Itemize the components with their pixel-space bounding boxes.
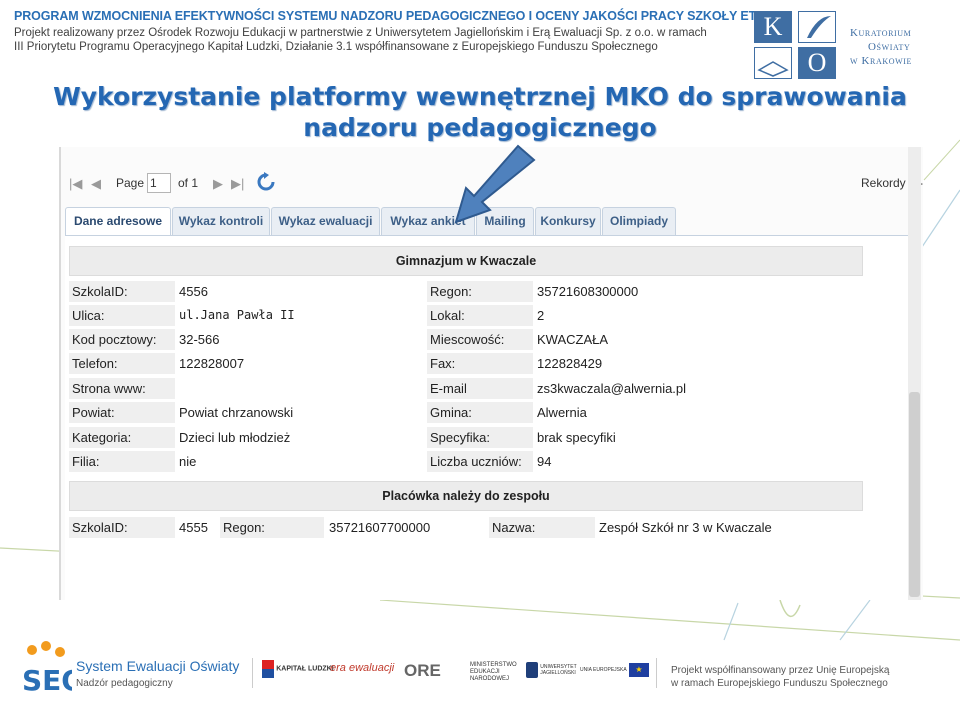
slide-title-line-1: Wykorzystanie platformy wewnętrznej MKO … [53, 82, 907, 111]
logo-k: K [754, 11, 792, 43]
label-kategoria: Kategoria: [69, 427, 175, 448]
value-ulica: ul.Jana Pawła II [179, 308, 295, 322]
value-szkolaid: 4556 [179, 284, 208, 299]
project-line-1: Projekt realizowany przez Ośrodek Rozwoj… [14, 27, 707, 39]
kuratorium-logo: K O Kuratorium Oświaty w Krakowie [750, 8, 932, 80]
label-team-regon: Regon: [220, 517, 324, 538]
last-page-icon[interactable]: ▶| [231, 176, 244, 192]
label-powiat: Powiat: [69, 402, 175, 423]
footer: SEO System Ewaluacji Oświaty Nadzór peda… [0, 628, 960, 698]
first-page-icon[interactable]: |◀ [69, 176, 82, 192]
annotation-arrow-icon [454, 144, 536, 224]
label-miejscowosc: Miescowość: [427, 329, 533, 350]
value-kod-pocztowy: 32-566 [179, 332, 220, 347]
value-filia: nie [179, 454, 197, 469]
label-regon: Regon: [427, 281, 533, 302]
prev-page-icon[interactable]: ◀ [91, 176, 101, 192]
page-input[interactable]: 1 [147, 173, 171, 193]
label-telefon: Telefon: [69, 353, 175, 374]
seo-subtitle: Nadzór pedagogiczny [76, 678, 173, 689]
kapital-ludzki-logo: KAPITAŁ LUDZKI [262, 660, 334, 678]
slide-title: Wykorzystanie platformy wewnętrznej MKO … [0, 80, 960, 145]
value-kategoria: Dzieci lub młodzież [179, 430, 291, 445]
kuratorium-line-3: w Krakowie [850, 55, 913, 67]
school-section-title: Gimnazjum w Kwaczale [69, 246, 863, 276]
logo-o: O [798, 47, 836, 79]
tab-wykaz-kontroli[interactable]: Wykaz kontroli [172, 207, 270, 235]
value-regon: 35721608300000 [537, 284, 639, 299]
eu-line-1: Projekt współfinansowany przez Unię Euro… [671, 665, 890, 676]
label-team-szkolaid: SzkolaID: [69, 517, 175, 538]
project-line-2: III Priorytetu Programu Operacyjnego Kap… [14, 41, 658, 53]
tab-olimpiady[interactable]: Olimpiady [602, 207, 676, 235]
footer-divider [252, 658, 253, 688]
label-liczba-uczniow: Liczba uczniów: [427, 451, 533, 472]
program-title: PROGRAM WZMOCNIENIA EFEKTYWNOŚCI SYSTEMU… [14, 9, 786, 23]
eu-cofinancing-text: Projekt współfinansowany przez Unię Euro… [671, 664, 889, 690]
book-icon [754, 47, 792, 79]
label-team-nazwa: Nazwa: [489, 517, 595, 538]
seo-title: System Ewaluacji Oświaty [76, 658, 240, 674]
team-section-title: Placówka należy do zespołu [69, 481, 863, 511]
value-gmina: Alwernia [537, 405, 587, 420]
value-specyfika: brak specyfiki [537, 430, 616, 445]
value-team-regon: 35721607700000 [329, 520, 431, 535]
svg-text:SEO: SEO [22, 664, 72, 696]
value-miejscowosc: KWACZAŁA [537, 332, 609, 347]
label-specyfika: Specyfika: [427, 427, 533, 448]
value-fax: 122828429 [537, 356, 603, 371]
uj-logo: UNIWERSYTET JAGIELLOŃSKI [526, 662, 577, 678]
men-logo: MINISTERSTWO EDUKACJI NARODOWEJ [470, 662, 517, 682]
label-strona-www: Strona www: [69, 378, 175, 399]
tab-wykaz-ewaluacji[interactable]: Wykaz ewaluacji [271, 207, 380, 235]
page-count: of 1 [178, 176, 199, 190]
label-fax: Fax: [427, 353, 533, 374]
vertical-scrollbar[interactable] [908, 147, 921, 600]
label-filia: Filia: [69, 451, 175, 472]
refresh-icon[interactable] [257, 172, 275, 195]
quill-icon [798, 11, 836, 43]
ue-logo: UNIA EUROPEJSKA ★ [580, 663, 649, 677]
program-header: PROGRAM WZMOCNIENIA EFEKTYWNOŚCI SYSTEMU… [14, 9, 786, 53]
label-email: E-mail [427, 378, 533, 399]
kapital-ludzki-text: KAPITAŁ LUDZKI [276, 665, 334, 673]
value-powiat: Powiat chrzanowski [179, 405, 294, 420]
uj-text: UNIWERSYTET JAGIELLOŃSKI [540, 664, 577, 676]
tab-dane-adresowe[interactable]: Dane adresowe [65, 207, 171, 236]
details-panel: Gimnazjum w Kwaczale SzkolaID: 4556 Ulic… [65, 235, 911, 600]
value-liczba-uczniow: 94 [537, 454, 552, 469]
label-kod-pocztowy: Kod pocztowy: [69, 329, 175, 350]
next-page-icon[interactable]: ▶ [213, 176, 223, 192]
value-telefon: 122828007 [179, 356, 245, 371]
kuratorium-line-1: Kuratorium [850, 27, 912, 39]
label-ulica: Ulica: [69, 305, 175, 326]
eu-flag-icon: ★ [628, 663, 649, 677]
ore-logo: ORE [404, 661, 441, 680]
kuratorium-name: Kuratorium Oświaty w Krakowie [850, 26, 912, 68]
scrollbar-thumb[interactable] [909, 392, 920, 597]
value-team-nazwa: Zespół Szkół nr 3 w Kwaczale [599, 520, 772, 535]
value-team-szkolaid: 4555 [179, 520, 208, 535]
eu-line-2: w ramach Europejskiego Funduszu Społeczn… [671, 678, 888, 689]
label-lokal: Lokal: [427, 305, 533, 326]
value-email[interactable]: zs3kwaczala@alwernia.pl [537, 378, 686, 399]
page-label: Page [116, 176, 145, 190]
footer-divider-2 [656, 658, 657, 688]
label-gmina: Gmina: [427, 402, 533, 423]
value-lokal: 2 [537, 308, 545, 323]
seo-logo-icon: SEO [22, 641, 72, 696]
ue-text: UNIA EUROPEJSKA [580, 667, 627, 673]
era-ewaluacji-logo: era ewaluacji [330, 662, 395, 674]
kuratorium-line-2: Oświaty [868, 41, 911, 53]
label-szkolaid: SzkolaID: [69, 281, 175, 302]
tab-konkursy[interactable]: Konkursy [535, 207, 601, 235]
